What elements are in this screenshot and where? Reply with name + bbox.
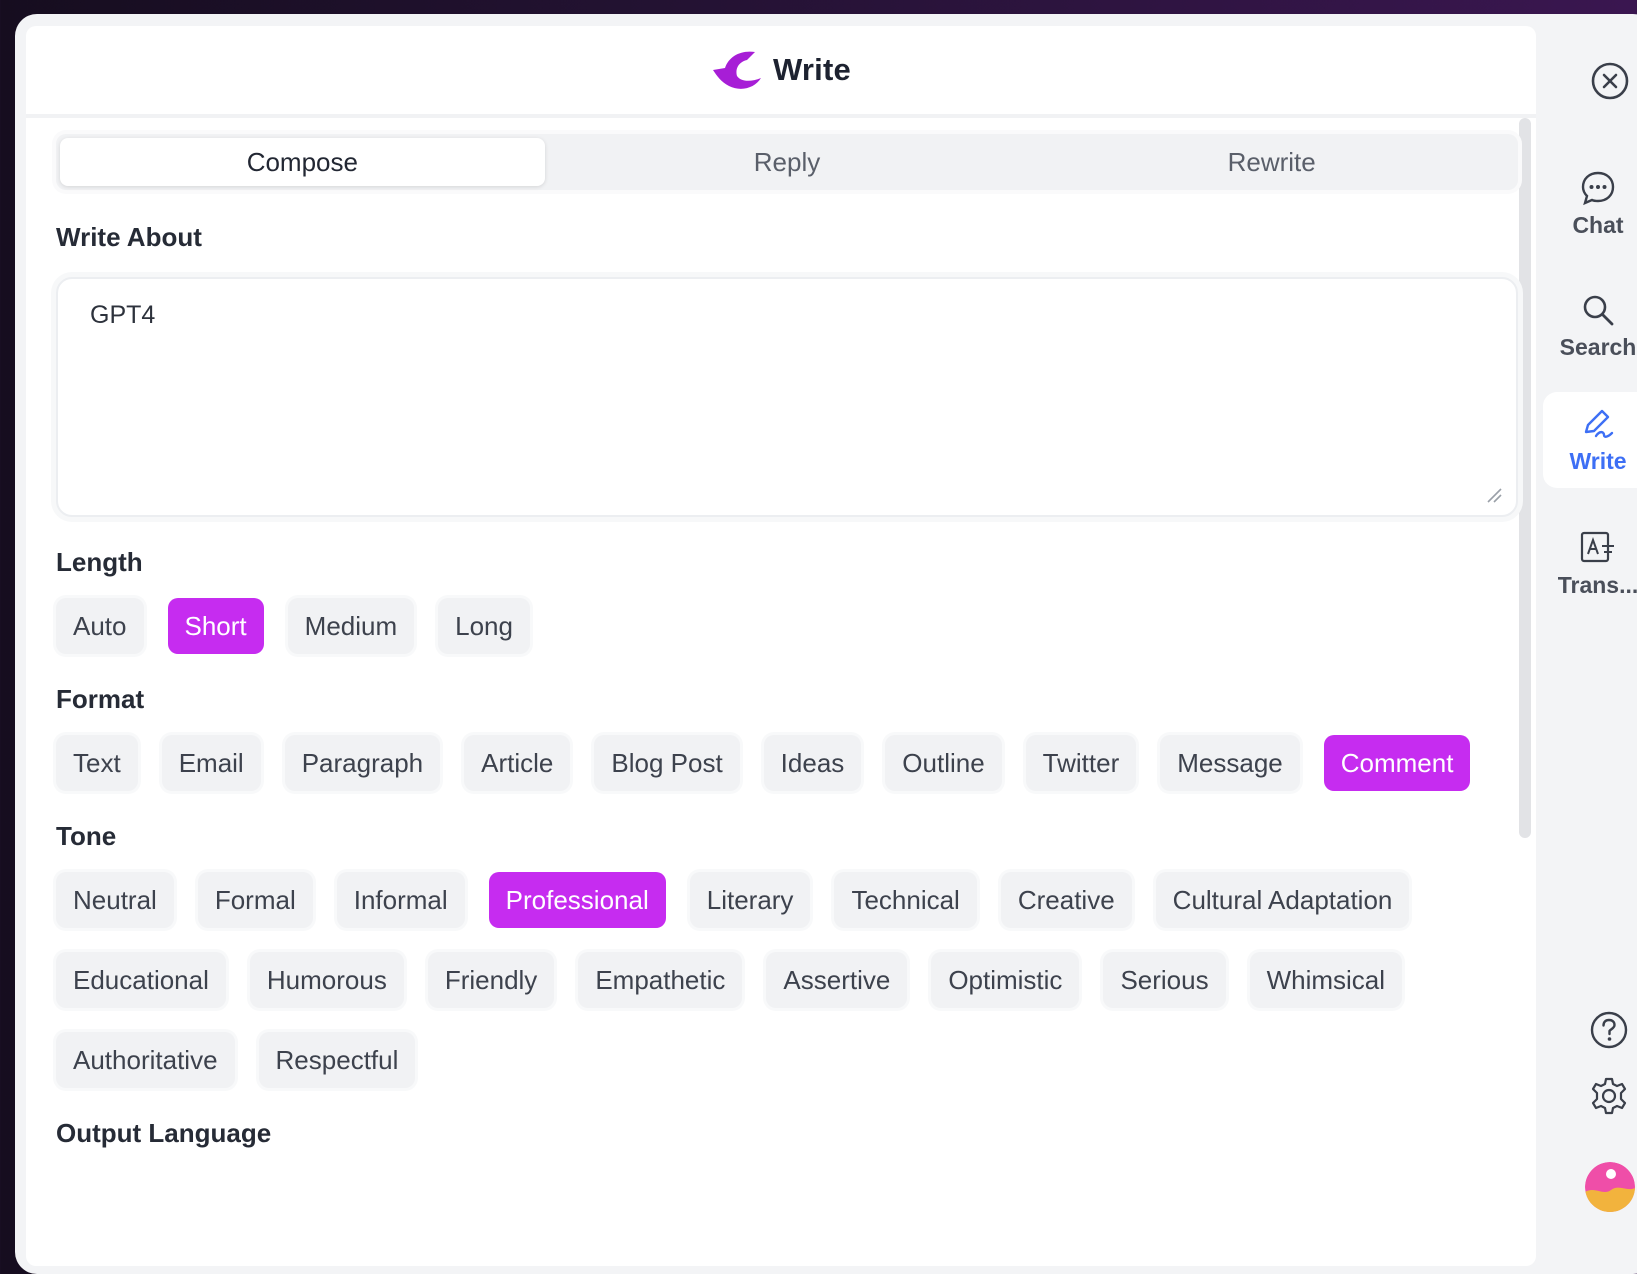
tone-option-friendly[interactable]: Friendly <box>427 952 555 1008</box>
tone-option-humorous[interactable]: Humorous <box>249 952 404 1008</box>
close-icon[interactable] <box>1590 61 1630 101</box>
tone-option-authoritative[interactable]: Authoritative <box>56 1032 235 1088</box>
write-panel: Write Compose Reply Rewrite Write About … <box>26 26 1536 1266</box>
output-language-label: Output Language <box>56 1118 272 1148</box>
length-option-short[interactable]: Short <box>167 598 264 654</box>
tone-option-cultural-adaptation[interactable]: Cultural Adaptation <box>1155 872 1410 928</box>
sidebar-item-chat[interactable]: Chat <box>1543 154 1637 254</box>
write-about-label: Write About <box>56 222 202 252</box>
format-option-twitter[interactable]: Twitter <box>1025 735 1137 791</box>
chat-icon <box>1581 171 1615 205</box>
sidebar-item-translate[interactable]: Trans... <box>1543 514 1637 614</box>
tone-option-literary[interactable]: Literary <box>689 872 811 928</box>
tab-compose[interactable]: Compose <box>60 138 545 186</box>
tab-rewrite[interactable]: Rewrite <box>1029 138 1514 186</box>
avatar[interactable] <box>1585 1162 1635 1212</box>
format-options: Text Email Paragraph Article Blog Post I… <box>56 735 1521 791</box>
search-icon <box>1583 295 1614 325</box>
tone-option-informal[interactable]: Informal <box>336 872 465 928</box>
format-option-paragraph[interactable]: Paragraph <box>284 735 441 791</box>
sidebar-item-label: Trans... <box>1557 571 1637 598</box>
tone-option-neutral[interactable]: Neutral <box>56 872 174 928</box>
sidebar-item-write[interactable]: Write <box>1543 392 1637 488</box>
mode-tabs: Compose Reply Rewrite <box>56 134 1518 190</box>
tone-option-creative[interactable]: Creative <box>1000 872 1132 928</box>
help-icon[interactable] <box>1589 1010 1629 1050</box>
write-about-value: GPT4 <box>90 301 156 329</box>
tone-option-optimistic[interactable]: Optimistic <box>931 952 1080 1008</box>
format-option-ideas[interactable]: Ideas <box>763 735 862 791</box>
tone-option-serious[interactable]: Serious <box>1103 952 1226 1008</box>
app-window: Write Compose Reply Rewrite Write About … <box>15 14 1637 1274</box>
tone-option-technical[interactable]: Technical <box>834 872 977 928</box>
brand-logo-icon <box>713 51 762 89</box>
tone-option-professional[interactable]: Professional <box>488 872 666 928</box>
format-option-message[interactable]: Message <box>1160 735 1300 791</box>
tone-option-assertive[interactable]: Assertive <box>766 952 908 1008</box>
settings-icon[interactable] <box>1589 1076 1629 1116</box>
tab-reply[interactable]: Reply <box>545 138 1030 186</box>
tone-option-respectful[interactable]: Respectful <box>258 1032 416 1088</box>
tone-option-educational[interactable]: Educational <box>56 952 226 1008</box>
length-label: Length <box>56 547 143 577</box>
length-option-medium[interactable]: Medium <box>287 598 415 654</box>
write-about-input[interactable]: GPT4 <box>56 277 1518 517</box>
page-title: Write <box>773 52 851 87</box>
panel-header: Write <box>26 26 1536 118</box>
translate-icon <box>1580 531 1614 562</box>
length-options: Auto Short Medium Long <box>56 598 1521 654</box>
sidebar-item-search[interactable]: Search <box>1543 276 1637 376</box>
format-label: Format <box>56 684 145 714</box>
tone-options: Neutral Formal Informal Professional Lit… <box>56 872 1521 1088</box>
format-option-outline[interactable]: Outline <box>885 735 1002 791</box>
compose-form: Compose Reply Rewrite Write About GPT4 L… <box>56 134 1521 1149</box>
sidebar-item-label: Search <box>1559 333 1637 360</box>
tone-option-formal[interactable]: Formal <box>197 872 313 928</box>
sidebar-item-label: Write <box>1569 447 1627 474</box>
right-sidebar: Chat Search Write Trans... <box>1543 14 1637 1259</box>
format-option-blog-post[interactable]: Blog Post <box>594 735 740 791</box>
format-option-article[interactable]: Article <box>464 735 571 791</box>
format-option-comment[interactable]: Comment <box>1323 735 1471 791</box>
format-option-text[interactable]: Text <box>56 735 138 791</box>
write-icon <box>1584 409 1614 438</box>
sidebar-item-label: Chat <box>1572 211 1624 238</box>
tone-option-empathetic[interactable]: Empathetic <box>578 952 743 1008</box>
length-option-auto[interactable]: Auto <box>56 598 144 654</box>
resize-handle-icon[interactable] <box>1484 485 1502 503</box>
format-option-email[interactable]: Email <box>161 735 261 791</box>
tone-label: Tone <box>56 821 117 851</box>
tone-option-whimsical[interactable]: Whimsical <box>1249 952 1403 1008</box>
length-option-long[interactable]: Long <box>438 598 530 654</box>
